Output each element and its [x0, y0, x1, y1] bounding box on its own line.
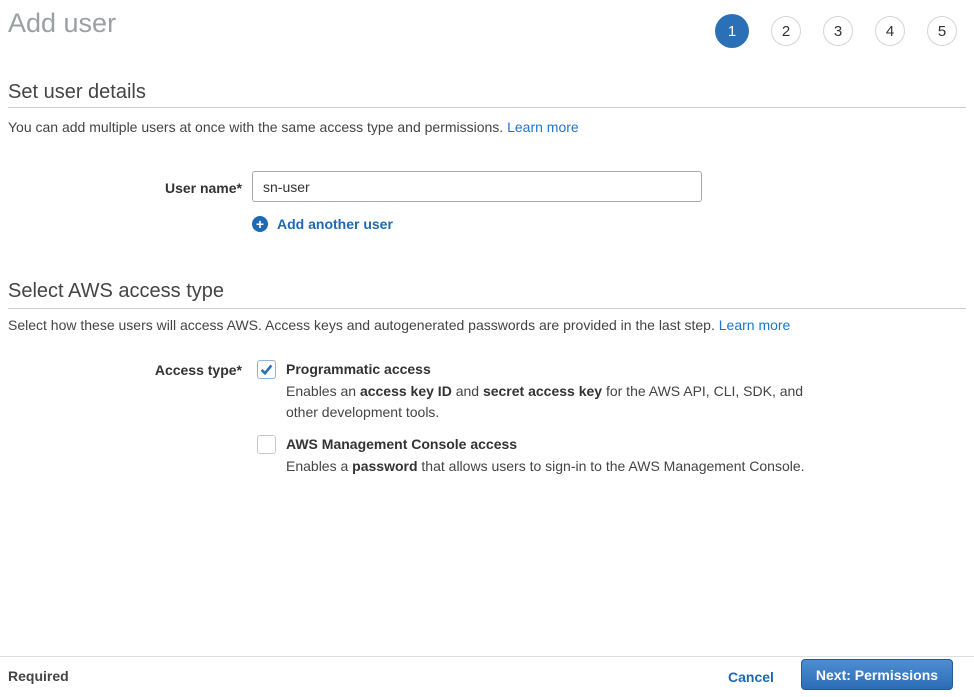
- access-type-option: AWS Management Console access Enables a …: [257, 434, 877, 477]
- description-text: You can add multiple users at once with …: [8, 119, 503, 135]
- next-permissions-button[interactable]: Next: Permissions: [801, 659, 953, 690]
- step-circle-3: 3: [823, 16, 853, 46]
- programmatic-access-description: Enables an access key ID and secret acce…: [286, 381, 808, 423]
- learn-more-link[interactable]: Learn more: [507, 119, 579, 135]
- required-note: Required: [8, 668, 69, 684]
- add-another-user-label: Add another user: [277, 216, 393, 232]
- divider: [0, 656, 974, 657]
- divider: [8, 107, 966, 108]
- page-title: Add user: [8, 8, 116, 39]
- user-name-input[interactable]: [252, 171, 702, 202]
- learn-more-link[interactable]: Learn more: [719, 317, 791, 333]
- console-access-title[interactable]: AWS Management Console access: [286, 434, 877, 454]
- programmatic-access-checkbox[interactable]: [257, 360, 276, 379]
- section-description-user-details: You can add multiple users at once with …: [8, 119, 579, 135]
- access-type-label: Access type*: [8, 362, 242, 378]
- check-icon: [260, 363, 273, 376]
- step-circle-1: 1: [715, 14, 749, 48]
- section-description-access-type: Select how these users will access AWS. …: [8, 317, 790, 333]
- access-type-options: Programmatic access Enables an access ke…: [257, 359, 877, 488]
- wizard-steps: 12345: [715, 14, 957, 48]
- console-access-checkbox[interactable]: [257, 435, 276, 454]
- access-type-option: Programmatic access Enables an access ke…: [257, 359, 877, 423]
- add-another-user-button[interactable]: + Add another user: [252, 216, 393, 232]
- divider: [8, 308, 966, 309]
- plus-circle-icon: +: [252, 216, 268, 232]
- step-circle-2: 2: [771, 16, 801, 46]
- step-circle-5: 5: [927, 16, 957, 46]
- section-heading-user-details: Set user details: [8, 81, 146, 104]
- description-text: Select how these users will access AWS. …: [8, 317, 715, 333]
- step-circle-4: 4: [875, 16, 905, 46]
- user-name-label: User name*: [8, 180, 242, 196]
- console-access-description: Enables a password that allows users to …: [286, 456, 808, 477]
- programmatic-access-title[interactable]: Programmatic access: [286, 359, 877, 379]
- cancel-button[interactable]: Cancel: [728, 669, 774, 685]
- section-heading-access-type: Select AWS access type: [8, 280, 224, 303]
